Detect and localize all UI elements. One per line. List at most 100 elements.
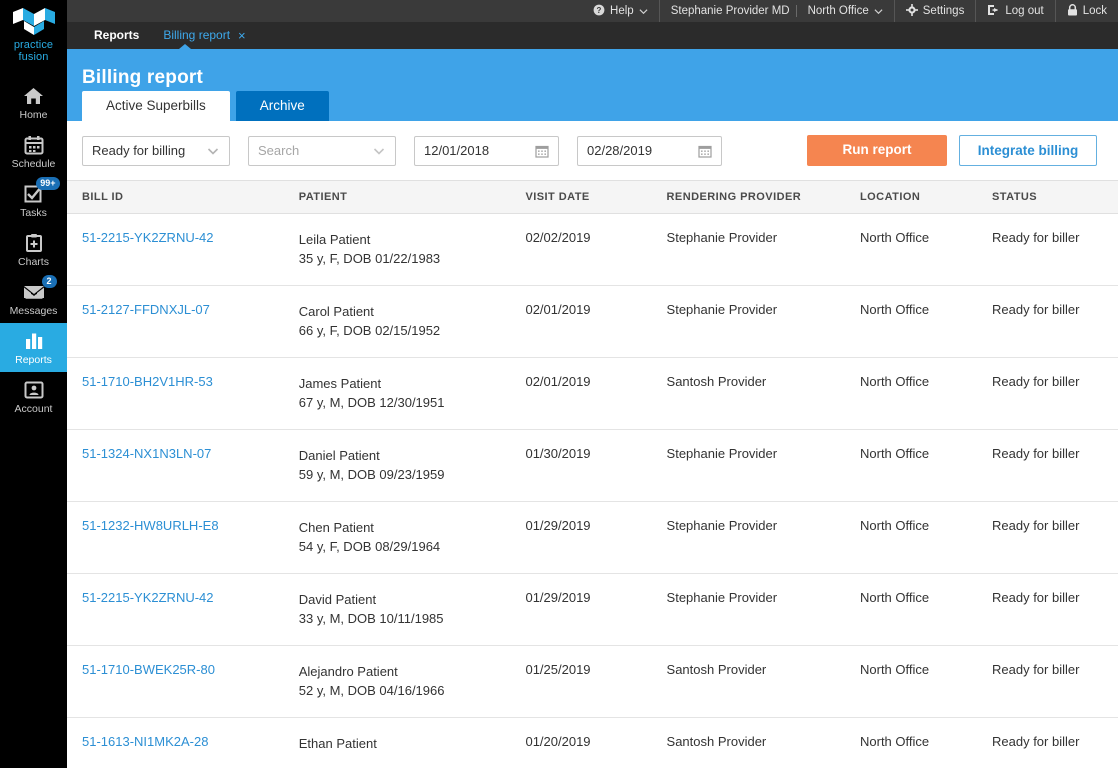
- tabstrip-tab-billing-report[interactable]: Billing report: [151, 22, 242, 49]
- tabstrip-section-reports[interactable]: Reports: [82, 22, 151, 49]
- sidebar-item-home[interactable]: Home: [0, 78, 67, 127]
- svg-text:?: ?: [597, 6, 602, 15]
- cell-rendering-provider: Stephanie Provider: [666, 501, 860, 575]
- bill-id-link[interactable]: 51-2215-YK2ZRNU-42: [82, 230, 214, 245]
- table-row[interactable]: 51-2215-YK2ZRNU-42 David Patient 33 y, M, …: [67, 573, 1118, 647]
- cell-status: Ready for biller: [992, 357, 1118, 431]
- cell-location: North Office: [860, 645, 992, 719]
- cell-bill-id[interactable]: 51-1710-BWEK25R-80: [67, 645, 299, 719]
- date-to-input[interactable]: 02/28/2019: [577, 135, 722, 166]
- bill-id-link[interactable]: 51-2215-YK2ZRNU-42: [82, 590, 214, 605]
- patient-name: Ethan Patient: [298, 736, 377, 752]
- search-select[interactable]: Search: [248, 135, 396, 166]
- cell-visit-date: 01/25/2019: [525, 645, 667, 719]
- cell-rendering-provider: Stephanie Provider: [666, 213, 860, 287]
- cell-visit-date: 02/01/2019: [525, 357, 667, 431]
- logout-button[interactable]: Log out: [975, 0, 1054, 23]
- sidebar-item-schedule[interactable]: Schedule: [0, 127, 67, 176]
- column-header-location[interactable]: LOCATION: [860, 180, 992, 215]
- settings-button[interactable]: Settings: [893, 0, 976, 23]
- cell-bill-id[interactable]: 51-1613-NI1MK2A-28: [67, 717, 299, 768]
- cell-patient: Leila Patient 35 y, F, DOB 01/22/1983: [298, 213, 526, 287]
- sidebar-item-tasks[interactable]: 99+ Tasks: [0, 176, 67, 225]
- patient-meta: 54 y, F, DOB 08/29/1964: [298, 539, 441, 555]
- cell-location: North Office: [860, 501, 992, 575]
- bill-id-link[interactable]: 51-1710-BWEK25R-80: [82, 662, 215, 677]
- sidebar-item-charts[interactable]: Charts: [0, 225, 67, 274]
- date-to-value: 02/28/2019: [587, 143, 653, 159]
- date-from-value: 12/01/2018: [424, 143, 490, 159]
- sidebar-item-account[interactable]: Account: [0, 372, 67, 421]
- cell-rendering-provider: Santosh Provider: [666, 357, 860, 431]
- bill-id-link[interactable]: 51-1232-HW8URLH-E8: [82, 518, 219, 533]
- bill-id-link[interactable]: 51-1613-NI1MK2A-28: [82, 734, 208, 749]
- cell-patient: Chen Patient 54 y, F, DOB 08/29/1964: [298, 501, 526, 575]
- chevron-down-icon: [639, 7, 648, 16]
- table-row[interactable]: 51-1232-HW8URLH-E8 Chen Patient 54 y, F, D…: [67, 501, 1118, 575]
- cell-location: North Office: [860, 285, 992, 359]
- cell-location: North Office: [860, 213, 992, 287]
- table-row[interactable]: 51-2215-YK2ZRNU-42 Leila Patient 35 y, F, …: [67, 213, 1118, 287]
- location-menu[interactable]: North Office: [797, 0, 894, 22]
- table-row[interactable]: 51-2127-FFDNXJL-07 Carol Patient 66 y, F, …: [67, 285, 1118, 359]
- status-filter-select[interactable]: Ready for billing: [82, 135, 230, 166]
- tasks-badge: 99+: [36, 176, 60, 190]
- table-row[interactable]: 51-1710-BH2V1HR-53 James Patient 67 y, M, …: [67, 357, 1118, 431]
- column-header-rendering-provider[interactable]: RENDERING PROVIDER: [666, 180, 860, 215]
- calendar-icon[interactable]: [535, 144, 549, 158]
- table-row[interactable]: 51-1613-NI1MK2A-28 Ethan Patient 01/20/201…: [67, 717, 1118, 768]
- sidebar-item-label: Schedule: [11, 157, 56, 170]
- sidebar-item-label: Messages: [9, 304, 58, 317]
- cell-visit-date: 01/29/2019: [525, 573, 667, 647]
- help-menu[interactable]: ? Help: [582, 0, 659, 22]
- cell-location: North Office: [860, 429, 992, 503]
- bill-id-link[interactable]: 51-2127-FFDNXJL-07: [82, 302, 210, 317]
- close-icon[interactable]: ×: [236, 22, 254, 49]
- cell-bill-id[interactable]: 51-1324-NX1N3LN-07: [67, 429, 299, 503]
- calendar-icon[interactable]: [698, 144, 712, 158]
- practice-fusion-logo[interactable]: practice fusion: [0, 0, 67, 78]
- page-title: Billing report: [82, 67, 204, 89]
- bill-id-link[interactable]: 51-1324-NX1N3LN-07: [82, 446, 211, 461]
- filter-toolbar: Ready for billing Search 12/01/2018 02/2…: [67, 121, 1118, 181]
- column-header-patient[interactable]: PATIENT: [298, 180, 526, 215]
- cell-bill-id[interactable]: 51-2127-FFDNXJL-07: [67, 285, 299, 359]
- sidebar-item-label: Charts: [18, 255, 49, 268]
- sidebar-item-label: Reports: [15, 353, 52, 366]
- lock-icon: [1067, 3, 1078, 19]
- lock-label: Lock: [1082, 5, 1107, 18]
- patient-meta: 35 y, F, DOB 01/22/1983: [298, 251, 441, 267]
- column-header-visit-date[interactable]: VISIT DATE: [525, 180, 667, 215]
- logo-mark-icon: [12, 8, 55, 35]
- logo-text: practice fusion: [14, 36, 53, 63]
- billing-report-table-container: BILL ID PATIENT VISIT DATE RENDERING PRO…: [67, 180, 1118, 768]
- date-from-input[interactable]: 12/01/2018: [414, 135, 559, 166]
- run-report-button[interactable]: Run report: [807, 135, 947, 167]
- status-filter-value: Ready for billing: [92, 143, 186, 159]
- cell-status: Ready for biller: [992, 717, 1118, 768]
- cell-bill-id[interactable]: 51-1710-BH2V1HR-53: [67, 357, 299, 431]
- cell-bill-id[interactable]: 51-1232-HW8URLH-E8: [67, 501, 299, 575]
- main-area: ? Help Stephanie Provider MD North Offic…: [67, 0, 1118, 768]
- integrate-billing-button[interactable]: Integrate billing: [959, 135, 1097, 167]
- cell-rendering-provider: Santosh Provider: [666, 717, 860, 768]
- chevron-down-icon: [372, 144, 386, 158]
- lock-button[interactable]: Lock: [1054, 0, 1118, 23]
- tab-active-superbills[interactable]: Active Superbills: [82, 91, 230, 122]
- cell-patient: Alejandro Patient 52 y, M, DOB 04/16/1966: [298, 645, 526, 719]
- cell-bill-id[interactable]: 51-2215-YK2ZRNU-42: [67, 213, 299, 287]
- column-header-bill-id[interactable]: BILL ID: [67, 180, 299, 215]
- table-row[interactable]: 51-1324-NX1N3LN-07 Daniel Patient 59 y, M,…: [67, 429, 1118, 503]
- utility-topbar: ? Help Stephanie Provider MD North Offic…: [67, 0, 1118, 23]
- cell-rendering-provider: Stephanie Provider: [666, 429, 860, 503]
- tab-archive[interactable]: Archive: [235, 91, 329, 122]
- sidebar-item-reports[interactable]: Reports: [0, 323, 67, 372]
- column-header-status[interactable]: STATUS: [992, 180, 1118, 215]
- cell-status: Ready for biller: [992, 213, 1118, 287]
- bill-id-link[interactable]: 51-1710-BH2V1HR-53: [82, 374, 213, 389]
- cell-bill-id[interactable]: 51-2215-YK2ZRNU-42: [67, 573, 299, 647]
- table-row[interactable]: 51-1710-BWEK25R-80 Alejandro Patient 52 y,…: [67, 645, 1118, 719]
- sidebar-item-messages[interactable]: 2 Messages: [0, 274, 67, 323]
- logo-line-2: fusion: [18, 51, 49, 63]
- location-label: North Office: [807, 5, 869, 18]
